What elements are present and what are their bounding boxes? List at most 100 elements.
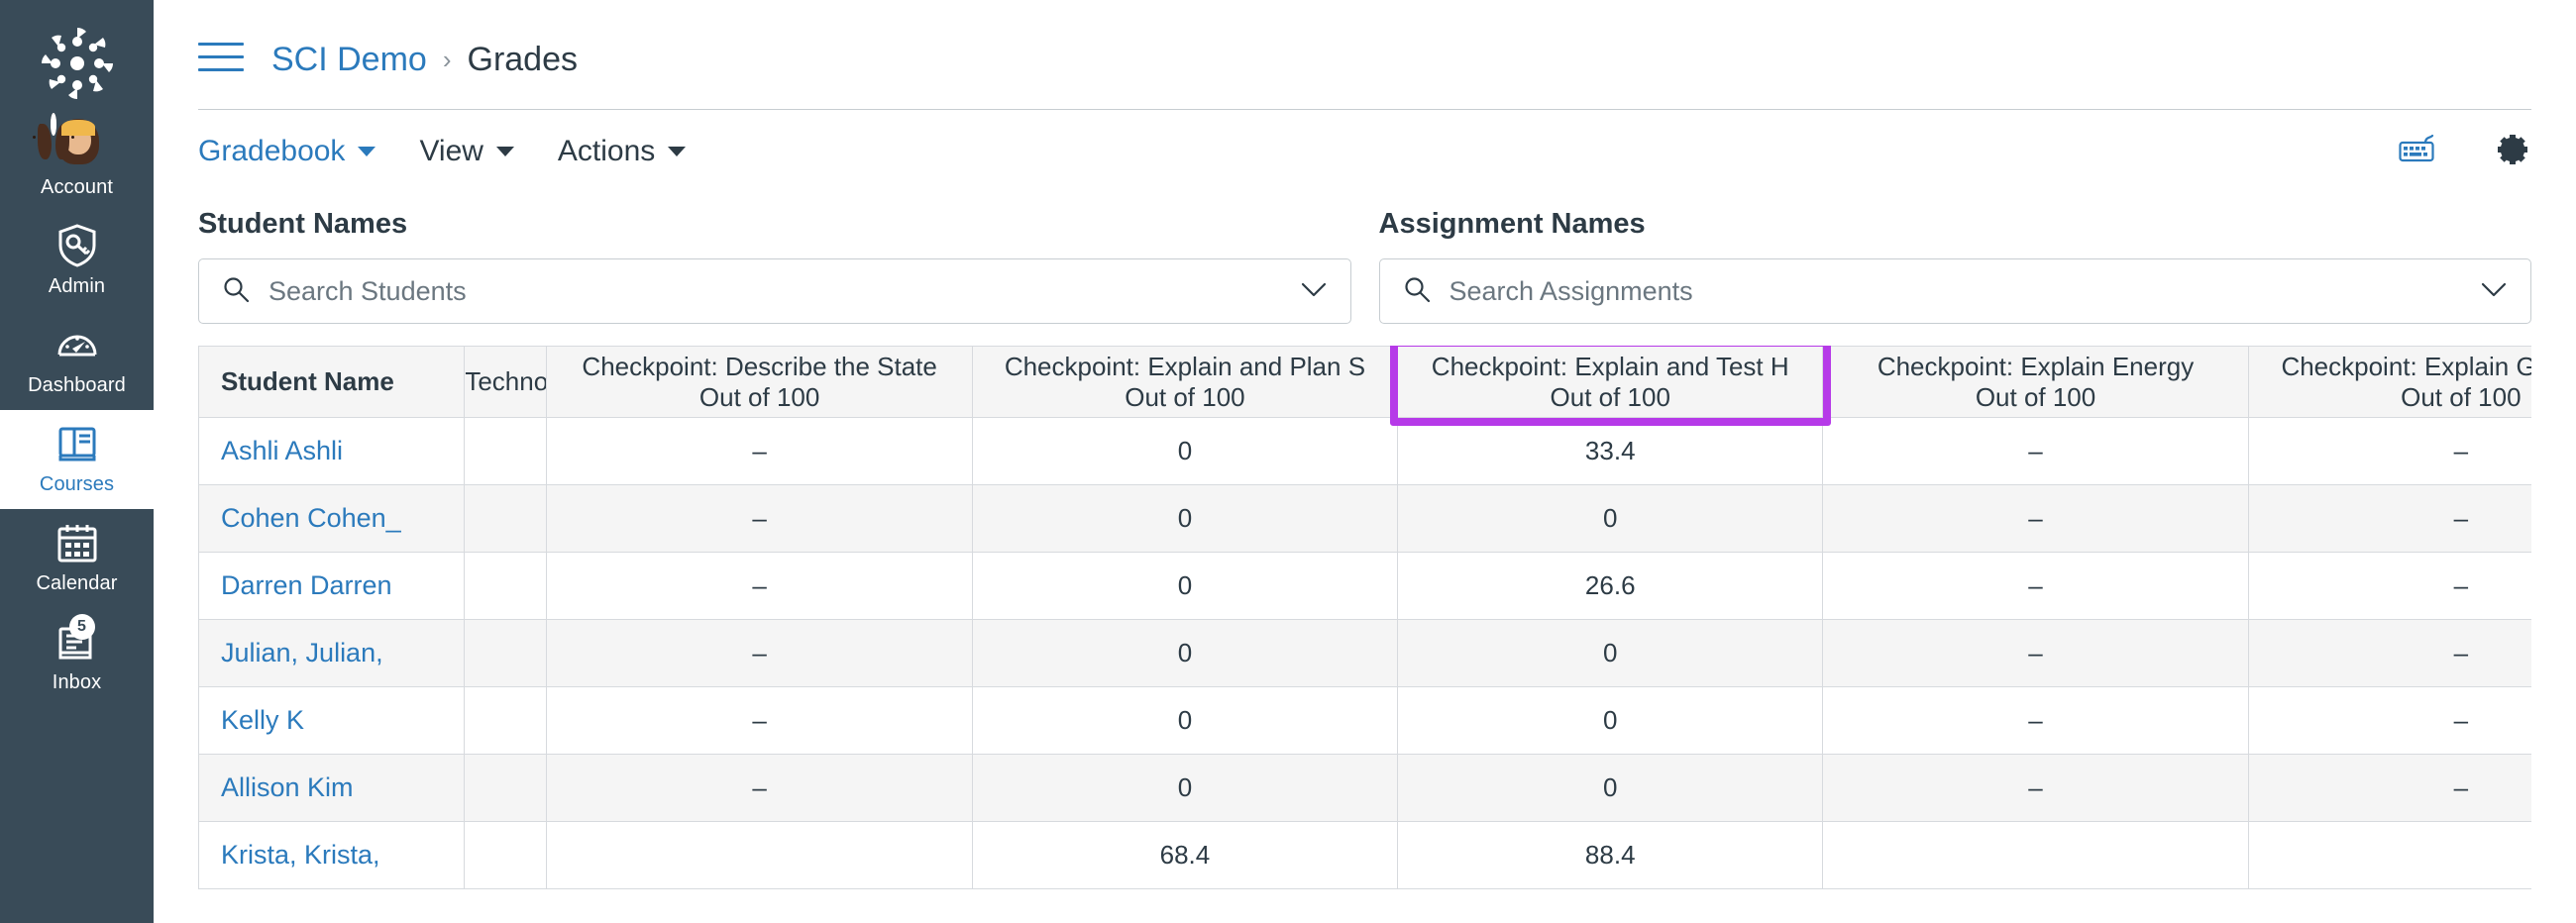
table-header-row: Student Name TechnoloCheckpoint: Describe… <box>198 346 2531 418</box>
grade-cell-a4[interactable]: – <box>1822 686 2249 755</box>
grade-cell-a3[interactable]: 0 <box>1397 484 1824 553</box>
grade-cell-a4[interactable]: – <box>1822 417 2249 485</box>
grade-cell-a1[interactable] <box>546 821 973 889</box>
grade-cell-a1[interactable]: – <box>546 619 973 687</box>
column-header-tech[interactable]: Technolo <box>464 346 548 418</box>
column-header-a2[interactable]: Checkpoint: Explain and Plan S Out of 100 <box>971 346 1399 418</box>
grade-cell-a2[interactable]: 0 <box>971 619 1399 687</box>
grade-cell-a4[interactable]: – <box>1822 619 2249 687</box>
main-content: SCI Demo › Grades Gradebook View Actions <box>154 0 2576 923</box>
search-icon <box>1402 274 1432 309</box>
grade-cell-a5[interactable]: – <box>2247 552 2531 620</box>
canvas-logo-icon[interactable] <box>36 22 119 105</box>
column-header-a1[interactable]: Checkpoint: Describe the State Out of 100 <box>546 346 973 418</box>
gradebook-grid: Student Name TechnoloCheckpoint: Describe… <box>198 346 2531 889</box>
grade-cell-a5[interactable]: – <box>2247 484 2531 553</box>
student-names-label: Student Names <box>198 208 408 240</box>
global-navigation-sidebar: Account Admin Dashboard Courses Calendar… <box>0 0 154 923</box>
gear-icon[interactable] <box>2494 131 2531 173</box>
speedometer-icon <box>54 322 100 367</box>
grade-cell-a3[interactable]: 88.4 <box>1397 821 1824 889</box>
sidebar-item-calendar[interactable]: Calendar <box>0 509 154 608</box>
student-name-link[interactable]: Kelly K <box>221 705 304 735</box>
grade-cell-tech[interactable] <box>464 686 548 755</box>
search-students-box[interactable]: Search Students <box>198 258 1351 324</box>
table-row: Krista, Krista, 68.4 88.4 <box>198 821 2531 889</box>
grade-cell-a3[interactable]: 33.4 <box>1397 417 1824 485</box>
grade-cell-a4[interactable]: – <box>1822 484 2249 553</box>
grade-cell-a5[interactable]: – <box>2247 417 2531 485</box>
student-name-link[interactable]: Julian, Julian, <box>221 638 383 667</box>
view-menu-label: View <box>419 135 483 167</box>
sidebar-item-courses[interactable]: Courses <box>0 410 154 509</box>
grade-cell-tech[interactable] <box>464 821 548 889</box>
breadcrumb-course-link[interactable]: SCI Demo <box>271 40 427 79</box>
grade-cell-a3[interactable]: 0 <box>1397 619 1824 687</box>
grade-cell-a1[interactable]: – <box>546 754 973 822</box>
assignment-names-label: Assignment Names <box>1378 208 1646 240</box>
column-header-points: Out of 100 <box>698 381 820 412</box>
grade-cell-a2[interactable]: 68.4 <box>971 821 1399 889</box>
student-name-link[interactable]: Cohen Cohen_ <box>221 503 401 533</box>
grade-cell-a4[interactable]: – <box>1822 552 2249 620</box>
grade-cell-a1[interactable]: – <box>546 552 973 620</box>
column-header-a4[interactable]: Checkpoint: Explain Energy Out of 100 <box>1822 346 2249 418</box>
student-name-link[interactable]: Allison Kim <box>221 772 354 802</box>
shield-key-icon <box>54 223 100 268</box>
student-name-cell: Allison Kim <box>198 754 466 822</box>
column-header-a3[interactable]: Checkpoint: Explain and Test H Out of 100 <box>1397 346 1824 418</box>
grade-cell-a2[interactable]: 0 <box>971 484 1399 553</box>
column-header-a5[interactable]: Checkpoint: Explain GravitationOut of 10… <box>2247 346 2531 418</box>
sidebar-item-dashboard[interactable]: Dashboard <box>0 311 154 410</box>
column-header-points: Out of 100 <box>1125 381 1245 412</box>
column-header-points: Out of 100 <box>2401 381 2522 412</box>
sidebar-item-label: Inbox <box>52 671 102 693</box>
grade-cell-tech[interactable] <box>464 754 548 822</box>
grade-cell-a2[interactable]: 0 <box>971 686 1399 755</box>
grade-cell-tech[interactable] <box>464 552 548 620</box>
grade-cell-a5[interactable]: – <box>2247 686 2531 755</box>
grade-cell-a4[interactable]: – <box>1822 754 2249 822</box>
student-name-link[interactable]: Darren Darren <box>221 570 392 600</box>
grade-cell-a5[interactable]: – <box>2247 754 2531 822</box>
grade-cell-a2[interactable]: 0 <box>971 754 1399 822</box>
column-header-points: Out of 100 <box>1550 381 1670 412</box>
column-header-title: Student Name <box>221 366 394 397</box>
chevron-down-icon[interactable] <box>2479 279 2509 304</box>
grade-cell-a5[interactable] <box>2247 821 2531 889</box>
chevron-down-icon[interactable] <box>1299 279 1329 304</box>
student-name-cell: Julian, Julian, <box>198 619 466 687</box>
grade-cell-a3[interactable]: 26.6 <box>1397 552 1824 620</box>
grade-cell-a1[interactable]: – <box>546 484 973 553</box>
sidebar-item-inbox[interactable]: 5 Inbox <box>0 608 154 707</box>
column-header-name[interactable]: Student Name <box>198 346 466 418</box>
grade-cell-a3[interactable]: 0 <box>1397 686 1824 755</box>
sidebar-item-account[interactable]: Account <box>0 105 154 212</box>
table-row: Darren Darren –0 26.6– – <box>198 552 2531 620</box>
grade-cell-a5[interactable]: – <box>2247 619 2531 687</box>
view-menu-button[interactable]: View <box>419 134 514 169</box>
grade-cell-tech[interactable] <box>464 417 548 485</box>
sidebar-item-admin[interactable]: Admin <box>0 212 154 311</box>
grade-cell-a1[interactable]: – <box>546 417 973 485</box>
grade-cell-a2[interactable]: 0 <box>971 417 1399 485</box>
student-name-cell: Darren Darren <box>198 552 466 620</box>
chevron-down-icon <box>358 147 376 156</box>
gradebook-menu-button[interactable]: Gradebook <box>198 134 376 169</box>
keyboard-shortcuts-icon[interactable] <box>2399 134 2438 169</box>
grade-cell-a3[interactable]: 0 <box>1397 754 1824 822</box>
table-row: Julian, Julian, –0 0– – <box>198 619 2531 687</box>
student-name-link[interactable]: Ashli Ashli <box>221 436 343 465</box>
search-assignments-box[interactable]: Search Assignments <box>1378 258 2531 324</box>
grade-cell-a4[interactable] <box>1822 821 2249 889</box>
actions-menu-button[interactable]: Actions <box>558 134 687 169</box>
grade-cell-tech[interactable] <box>464 619 548 687</box>
grade-cell-tech[interactable] <box>464 484 548 553</box>
hamburger-icon[interactable] <box>198 43 244 76</box>
student-name-cell: Ashli Ashli <box>198 417 466 485</box>
sidebar-item-label: Dashboard <box>28 374 126 396</box>
grade-cell-a1[interactable]: – <box>546 686 973 755</box>
grade-cell-a2[interactable]: 0 <box>971 552 1399 620</box>
student-name-link[interactable]: Krista, Krista, <box>221 840 380 870</box>
column-header-title: Checkpoint: Explain and Test H <box>1431 351 1789 381</box>
